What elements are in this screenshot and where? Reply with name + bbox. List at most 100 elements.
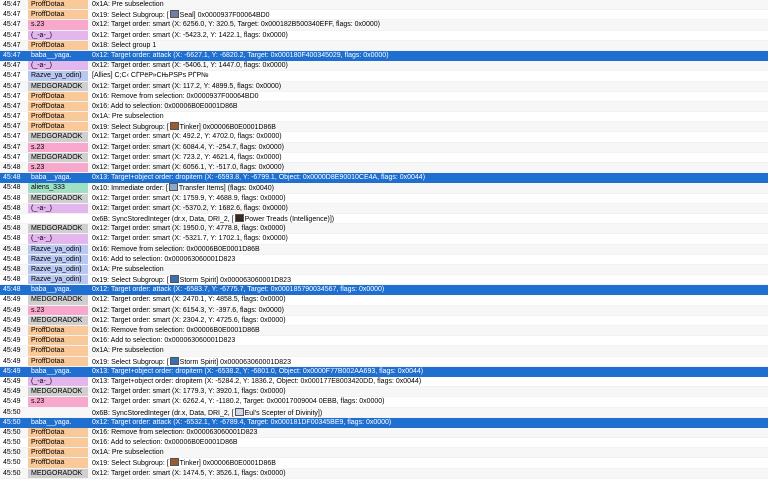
- log-message: 0x12: Target order: smart (X: 6154.3, Y:…: [92, 306, 284, 314]
- log-player: Razve_ya_odin): [28, 254, 88, 264]
- log-message: 0x19: Select Subgroup: [Tinker] 0x00006B…: [88, 122, 768, 131]
- log-time: 45:47: [3, 92, 21, 100]
- log-row[interactable]: 45:48 baba__yaga. 0x12: Target order: atta…: [0, 285, 768, 296]
- log-message-suffix: Tinker] 0x00006B0E0001D86B: [179, 460, 276, 468]
- log-row[interactable]: 45:47 baba__yaga. 0x12: Target order: atta…: [0, 50, 768, 62]
- log-player: ProffDotaa: [28, 101, 88, 112]
- log-player: ProffDotaa: [28, 0, 88, 10]
- tinker-icon: [169, 458, 179, 467]
- log-row[interactable]: 45:47 MEDGORADOK 0x12: Target order: smart…: [0, 81, 768, 92]
- log-message: 0x12: Target order: smart (X: 6056.1, Y:…: [92, 164, 284, 171]
- log-row[interactable]: 45:47 (_-a-_) 0x12: Target order: smart (X…: [0, 61, 768, 72]
- log-row[interactable]: 45:47 (_-a-_) 0x12: Target order: smart (X…: [0, 30, 768, 41]
- log-player: s.23: [28, 20, 88, 30]
- log-message: 0x1A: Pre subselection: [92, 113, 164, 121]
- log-row[interactable]: 45:49 baba__yaga. 0x13: Target+object orde…: [0, 366, 768, 377]
- log-row[interactable]: 45:47 ProffDotaa 0x1A: Pre subselection: [0, 112, 768, 123]
- log-message: 0x10: Immediate order: [Transfer Items] …: [88, 183, 768, 192]
- log-message: 0x1A: Pre subselection: [92, 449, 164, 457]
- log-player: s.23: [28, 163, 88, 173]
- seal-icon: [169, 10, 179, 19]
- log-row[interactable]: 45:48 baba__yaga. 0x13: Target+object orde…: [0, 173, 768, 184]
- log-row[interactable]: 45:50 ProffDotaa 0x19: Select Subgroup: [T…: [0, 458, 768, 469]
- log-message: 0x12: Target order: smart (X: -5423.2, Y…: [92, 31, 288, 39]
- log-message: 0x12: Target order: smart (X: 117.2, Y: …: [92, 82, 282, 90]
- log-time: 45:49: [3, 357, 21, 365]
- log-time: 45:50: [3, 408, 21, 416]
- log-row[interactable]: 45:48 aliens_333 0x10: Immediate order: [T…: [0, 183, 768, 194]
- log-time: 45:50: [3, 469, 21, 477]
- log-time: 45:49: [3, 367, 21, 375]
- log-player: Razve_ya_odin): [28, 275, 88, 285]
- log-row[interactable]: 45:49 ProffDotaa 0x16: Add to selection: 0…: [0, 336, 768, 347]
- log-row[interactable]: 45:49 MEDGORADOK 0x12: Target order: smart…: [0, 315, 768, 326]
- log-message: 0x16: Add to selection: 0x000063060001D8…: [92, 255, 236, 263]
- log-row[interactable]: 45:47 ProffDotaa 0x1A: Pre subselection: [0, 0, 768, 11]
- log-time: 45:47: [3, 62, 21, 70]
- log-player: baba__yaga.: [28, 173, 88, 183]
- log-message: 0x12: Target order: attack (X: -6532.1, …: [92, 418, 392, 426]
- log-time: 45:48: [3, 276, 21, 284]
- log-player: ProffDotaa: [28, 326, 88, 336]
- log-message: 0x6B: SyncStoredInteger (dr.x, Data, DRI…: [88, 407, 768, 417]
- log-row[interactable]: 45:50 MEDGORADOK 0x12: Target order: smart…: [0, 468, 768, 479]
- log-row[interactable]: 45:48 0x6B: SyncStoredInteger (dr.x, Data…: [0, 213, 768, 225]
- log-time: 45:49: [3, 296, 21, 304]
- log-row[interactable]: 45:50 ProffDotaa 0x16: Remove from selecti…: [0, 427, 768, 439]
- log-row[interactable]: 45:49 (_-a-_) 0x13: Target+object order: d…: [0, 376, 768, 388]
- log-time: 45:47: [3, 21, 21, 29]
- log-row[interactable]: 45:48 Razve_ya_odin) 0x16: Add to selectio…: [0, 254, 768, 265]
- log-row[interactable]: 45:49 s.23 0x12: Target order: smart (X: 6…: [0, 305, 768, 316]
- log-player: ProffDotaa: [28, 336, 88, 346]
- log-row[interactable]: 45:47 ProffDotaa 0x19: Select Subgroup: [T…: [0, 122, 768, 133]
- log-row[interactable]: 45:48 (_-a-_) 0x12: Target order: smart (X…: [0, 234, 768, 245]
- log-time: 45:50: [3, 459, 21, 467]
- log-row[interactable]: 45:50 0x6B: SyncStoredInteger (dr.x, Data…: [0, 407, 768, 418]
- log-row[interactable]: 45:49 s.23 0x12: Target order: smart (X: 6…: [0, 397, 768, 408]
- log-message: 0x13: Target+object order: dropitem (X: …: [92, 367, 424, 375]
- log-row[interactable]: 45:47 s.23 0x12: Target order: smart (X: 6…: [0, 142, 768, 153]
- log-row[interactable]: 45:47 ProffDotaa 0x19: Select Subgroup: [S…: [0, 10, 768, 21]
- log-row[interactable]: 45:48 MEDGORADOK 0x12: Target order: smart…: [0, 224, 768, 235]
- log-player: Razve_ya_odin): [28, 264, 88, 275]
- log-row[interactable]: 45:47 ProffDotaa 0x16: Remove from selecti…: [0, 91, 768, 102]
- log-message: 0x12: Target order: smart (X: 6084.4, Y:…: [92, 143, 284, 151]
- log-row[interactable]: 45:48 Razve_ya_odin) 0x1A: Pre subselectio…: [0, 264, 768, 276]
- log-player: (_-a-_): [28, 376, 88, 387]
- log-row[interactable]: 45:47 Razve_ya_odin) [Allies] С;С‹ СЃРёР»С…: [0, 71, 768, 82]
- log-row[interactable]: 45:47 ProffDotaa 0x16: Add to selection: 0…: [0, 101, 768, 113]
- log-row[interactable]: 45:47 MEDGORADOK 0x12: Target order: smart…: [0, 152, 768, 163]
- log-row[interactable]: 45:48 MEDGORADOK 0x12: Target order: smart…: [0, 193, 768, 204]
- log-row[interactable]: 45:49 ProffDotaa 0x1A: Pre subselection: [0, 346, 768, 357]
- log-row[interactable]: 45:50 ProffDotaa 0x1A: Pre subselection: [0, 448, 768, 459]
- log-message: [Allies] С;С‹ СЃРёР»СЊРЅРѕ РЃР№: [92, 72, 209, 80]
- log-row[interactable]: 45:49 ProffDotaa 0x19: Select Subgroup: [S…: [0, 356, 768, 367]
- scepter-icon: [234, 407, 244, 416]
- storm-icon: [169, 356, 179, 365]
- log-time: 45:47: [3, 153, 21, 161]
- log-message-prefix: 0x19: Select Subgroup: [: [92, 460, 169, 468]
- log-row[interactable]: 45:48 Razve_ya_odin) 0x16: Remove from sel…: [0, 244, 768, 255]
- log-message: 0x16: Remove from selection: 0x00006B0E0…: [92, 327, 260, 334]
- transfer-icon: [168, 183, 178, 192]
- log-time: 45:48: [3, 204, 21, 212]
- log-row[interactable]: 45:50 ProffDotaa 0x16: Add to selection: 0…: [0, 438, 768, 449]
- log-row[interactable]: 45:49 MEDGORADOK 0x12: Target order: smart…: [0, 295, 768, 306]
- log-message: 0x12: Target order: smart (X: 6262.4, Y:…: [92, 398, 385, 406]
- log-time: 45:48: [3, 214, 21, 222]
- log-row[interactable]: 45:48 s.23 0x12: Target order: smart (X: 6…: [0, 163, 768, 174]
- log-row[interactable]: 45:48 Razve_ya_odin) 0x19: Select Subgroup…: [0, 275, 768, 286]
- log-row[interactable]: 45:47 MEDGORADOK 0x12: Target order: smart…: [0, 132, 768, 143]
- log-row[interactable]: 45:49 ProffDotaa 0x16: Remove from selecti…: [0, 326, 768, 337]
- log-row[interactable]: 45:49 MEDGORADOK 0x12: Target order: smart…: [0, 387, 768, 398]
- log-row[interactable]: 45:47 ProffDotaa 0x18: Select group 1: [0, 40, 768, 51]
- log-row[interactable]: 45:50 baba__yaga. 0x12: Target order: atta…: [0, 417, 768, 428]
- log-message-suffix: Storm Spirit] 0x000063060001D823: [179, 358, 291, 366]
- log-message: 0x16: Add to selection: 0x00006B0E0001D8…: [92, 439, 238, 447]
- log-message: 0x12: Target order: smart (X: -5406.1, Y…: [92, 62, 288, 70]
- log-row[interactable]: 45:48 (_-a-_) 0x12: Target order: smart (X…: [0, 203, 768, 214]
- log-player: ProffDotaa: [28, 40, 88, 50]
- log-message: 0x12: Target order: attack (X: -6583.7, …: [92, 286, 385, 294]
- log-row[interactable]: 45:47 s.23 0x12: Target order: smart (X: 6…: [0, 20, 768, 31]
- log-time: 45:48: [3, 286, 21, 294]
